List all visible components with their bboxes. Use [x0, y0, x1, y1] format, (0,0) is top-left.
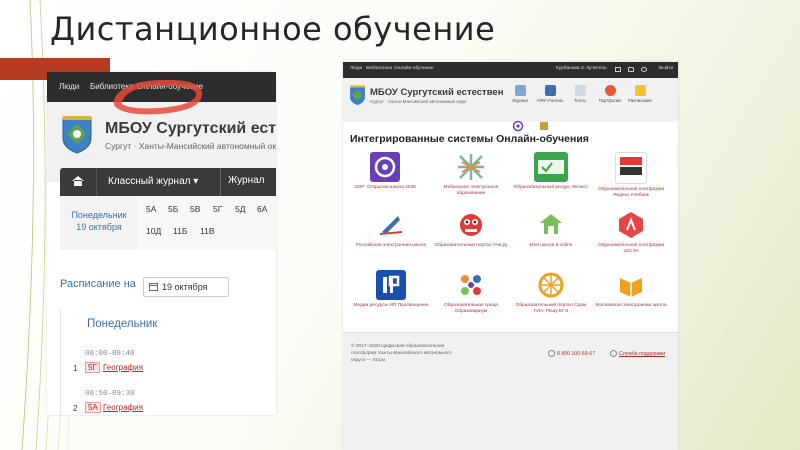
school-header: МБОУ Сургутский естествен Сургут · Ханты…	[343, 78, 678, 122]
quick-teacher-workspace[interactable]: АРМ Учитель	[536, 85, 564, 103]
yandex-textbook-icon	[615, 152, 647, 184]
school-subtitle: Сургут · Ханты-Мансийский автономный окр…	[105, 141, 276, 151]
school-emblem-icon	[350, 85, 365, 106]
card-day: Понедельник	[87, 318, 158, 330]
exit-link[interactable]: Выйти	[659, 66, 673, 71]
class-link[interactable]: 6А	[257, 204, 267, 214]
tile-yaklass[interactable]: Образовательный ресурс ЯКласс	[511, 152, 591, 191]
day-name: Понедельник	[71, 210, 127, 220]
class-link[interactable]: 5Б	[168, 204, 178, 214]
section-title: Интегрированные системы Онлайн-обучения	[350, 133, 589, 145]
day-cell: Понедельник 19 октября	[60, 196, 138, 250]
tile-prosveshchenie[interactable]: Медиа ресурсы ИП Просвещение	[351, 270, 431, 309]
top-nav: Люди Библиотека Онлайн-обучение Курбанов…	[343, 62, 678, 78]
small-nav-icons	[513, 120, 548, 132]
lesson-class-badge[interactable]: 5А	[85, 402, 101, 413]
mail-icon[interactable]	[615, 67, 621, 72]
support-icon	[610, 350, 617, 357]
tests-icon	[574, 85, 586, 96]
user-role[interactable]: учитель	[589, 66, 607, 71]
tile-my-school[interactable]: Моя школа в online	[511, 210, 591, 249]
class-link[interactable]: 11Б	[173, 226, 187, 236]
portfolio-icon	[604, 85, 616, 96]
nav-library[interactable]: Библиотека	[366, 66, 392, 71]
lesson-number: 2	[73, 404, 78, 413]
slide-title: Дистанционное обучение	[50, 10, 496, 48]
tile-obrazovarium[interactable]: Образовательная среда Образовариум	[431, 270, 511, 315]
home-icon[interactable]	[71, 175, 85, 187]
phone-icon	[548, 350, 555, 357]
nav-people[interactable]: Люди	[350, 66, 362, 71]
teacher-icon	[544, 85, 556, 96]
class-link[interactable]: 5Г	[213, 204, 222, 214]
footer: © 2017–2020 Цифровая образовательная пла…	[343, 332, 678, 450]
open-school-icon	[370, 152, 400, 182]
schedule-card: Понедельник 08:00–08:40 1 5Г География 0…	[60, 308, 276, 415]
class-link[interactable]: 11В	[200, 226, 215, 236]
resh-icon	[376, 210, 406, 240]
message-icon[interactable]	[628, 67, 634, 72]
tile-mobile-education[interactable]: Мобильное электронное образование	[431, 152, 511, 197]
tile-resh[interactable]: Российская электронная школа	[351, 210, 431, 249]
nav-people[interactable]: Люди	[59, 82, 79, 91]
class-list: 5А 5Б 5В 5Г 5Д 6А 10Д 11Б 11В	[138, 196, 276, 250]
nav-online-learning[interactable]: Онлайн-обучение	[394, 66, 434, 71]
quick-tests[interactable]: Тесты	[566, 85, 594, 103]
right-screenshot: Люди Библиотека Онлайн-обучение Курбанов…	[343, 62, 678, 450]
schedule-date-picker[interactable]: 19 октября	[143, 277, 229, 297]
journal-menu[interactable]: Классный журнал ▾	[108, 176, 198, 187]
calendar-icon	[149, 283, 158, 291]
support-phone[interactable]: 8 800 100-58-67	[557, 351, 595, 357]
uchi-icon	[456, 210, 486, 240]
schedule-date-value: 19 октября	[162, 282, 208, 292]
user-name[interactable]: Курбанова З. К.	[556, 66, 591, 71]
mobile-education-icon	[456, 152, 486, 182]
tile-yandex-textbook[interactable]: Образовательная платформа Яндекс.Учебник	[591, 152, 671, 199]
my-school-icon	[536, 210, 566, 240]
reshu-ege-icon	[536, 270, 566, 300]
tile-lecta[interactable]: Образовательная платформа LECTA	[591, 210, 671, 255]
tile-uchi[interactable]: Образовательный портал Учи.ру	[431, 210, 511, 249]
obrazovarium-icon	[456, 270, 486, 300]
support-link[interactable]: Служба поддержки	[619, 351, 665, 357]
journal-next[interactable]: Журнал	[228, 175, 265, 186]
journal-icon	[514, 85, 526, 96]
day-date: 19 октября	[76, 222, 122, 232]
lecta-icon	[616, 210, 646, 240]
schedule-label: Расписание на	[60, 278, 136, 290]
quick-journal[interactable]: Журнал	[506, 85, 534, 103]
school-title: МБОУ Сургутский естествен	[370, 87, 504, 98]
lesson-time: 08:50–09:30	[85, 390, 135, 398]
school-title: МБОУ Сургутский естественно	[105, 120, 276, 137]
footer-copyright: © 2017–2020 Цифровая образовательная пла…	[351, 344, 452, 363]
lesson-class-badge[interactable]: 5Г	[85, 362, 100, 373]
lesson-time: 08:00–08:40	[85, 350, 135, 358]
mesh-icon	[616, 270, 646, 300]
tile-mesh[interactable]: Московская электронная школа	[591, 270, 671, 309]
class-link[interactable]: 10Д	[146, 226, 161, 236]
schedule-icon	[634, 85, 646, 96]
lesson-subject[interactable]: География	[103, 403, 143, 412]
tile-open-school[interactable]: ЭОР: Открытая школа 2035	[345, 152, 425, 191]
help-icon[interactable]	[641, 67, 647, 72]
quick-portfolio[interactable]: Портфолио	[596, 85, 624, 103]
quick-schedule[interactable]: Расписание	[626, 85, 654, 103]
school-emblem-icon	[62, 116, 92, 154]
tile-reshu-ege[interactable]: Образовательный портал Сдам ГИА: Решу ЕГ…	[511, 270, 591, 315]
journal-bar: Классный журнал ▾ Журнал	[60, 168, 276, 196]
lesson-subject[interactable]: География	[103, 363, 143, 372]
class-link[interactable]: 5Д	[235, 204, 245, 214]
school-subtitle: Сургут · Ханты-Мансийский автономный окр…	[370, 99, 467, 104]
left-screenshot: Люди Библиотека Онлайн-обучение МБОУ Сур…	[47, 72, 276, 415]
class-link[interactable]: 5А	[146, 204, 156, 214]
highlight-circle	[113, 79, 203, 115]
lesson-number: 1	[73, 364, 78, 373]
yaklass-icon	[534, 152, 568, 182]
class-link[interactable]: 5В	[190, 204, 200, 214]
prosveshchenie-icon	[376, 270, 406, 300]
